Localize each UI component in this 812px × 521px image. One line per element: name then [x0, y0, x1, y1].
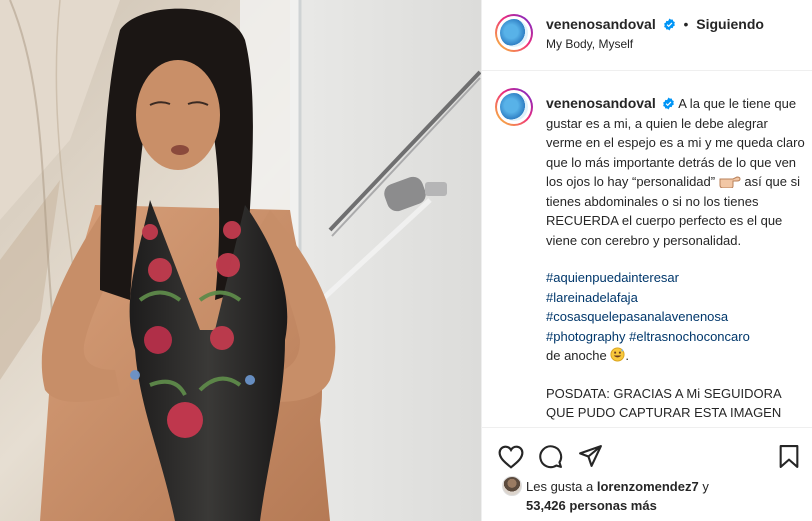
caption-line: de anoche — [546, 348, 607, 363]
caption-username[interactable]: venenosandoval — [546, 95, 656, 111]
author-username[interactable]: venenosandoval — [546, 16, 656, 32]
post-photo — [0, 0, 481, 521]
caption-text: venenosandoval A la que le tiene que gus… — [546, 94, 806, 427]
caption-period: . — [625, 348, 629, 363]
grinning-sweat-icon — [610, 347, 625, 362]
friend-avatar[interactable] — [502, 476, 522, 496]
post-header: venenosandoval • Siguiendo My Body, Myse… — [482, 0, 812, 71]
heart-icon[interactable] — [498, 445, 524, 469]
point-right-icon — [719, 176, 741, 188]
audio-subtitle[interactable]: My Body, Myself — [546, 37, 633, 51]
verified-badge-icon — [663, 97, 675, 110]
likes-connector: y — [702, 479, 709, 494]
author-avatar[interactable] — [495, 14, 533, 52]
likes-count-link[interactable]: 53,426 personas más — [502, 496, 709, 515]
profile-avatar-icon — [500, 93, 528, 121]
likes-summary: Les gusta a lorenzomendez7 y 53,426 pers… — [502, 476, 709, 515]
hashtag-link[interactable]: #aquienpuedainteresar — [546, 268, 806, 288]
caption-postscript: POSDATA: GRACIAS A Mi SEGUIDORA QUE PUDO… — [546, 385, 782, 421]
hashtag-link[interactable]: #photography — [546, 329, 626, 344]
likes-friend-link[interactable]: lorenzomendez7 — [597, 479, 699, 494]
profile-avatar-icon — [500, 19, 528, 47]
bookmark-icon[interactable] — [778, 444, 800, 469]
share-icon[interactable] — [578, 444, 603, 469]
hashtag-link[interactable]: #lareinadelafaja — [546, 288, 806, 308]
caption-author-avatar[interactable] — [495, 88, 533, 126]
action-bar: Les gusta a lorenzomendez7 y 53,426 pers… — [482, 427, 812, 520]
separator-dot: • — [683, 16, 689, 32]
verified-badge-icon — [663, 18, 675, 31]
post-caption: venenosandoval A la que le tiene que gus… — [482, 71, 812, 427]
hashtag-link[interactable]: #eltrasnochoconcaro — [629, 329, 750, 344]
post-details-panel: venenosandoval • Siguiendo My Body, Myse… — [481, 0, 812, 521]
likes-prefix: Les gusta a — [526, 479, 594, 494]
post-media[interactable] — [0, 0, 481, 521]
hashtag-link[interactable]: #cosasquelepasanalavenenosa — [546, 307, 806, 327]
following-button[interactable]: Siguiendo — [696, 16, 764, 32]
comment-icon[interactable] — [538, 444, 563, 469]
